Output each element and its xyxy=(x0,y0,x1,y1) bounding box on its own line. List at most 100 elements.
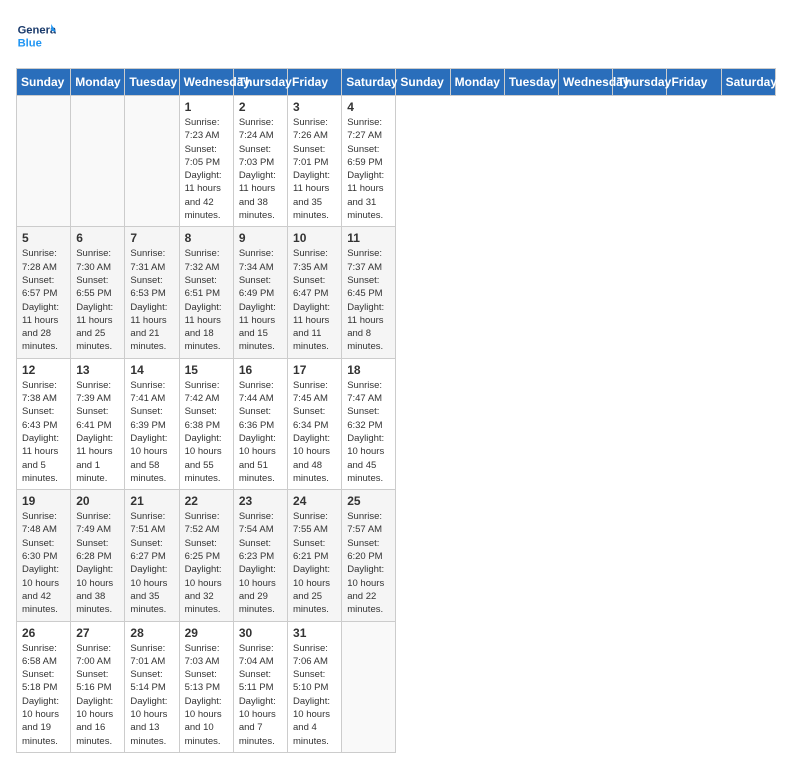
calendar-cell: 1Sunrise: 7:23 AM Sunset: 7:05 PM Daylig… xyxy=(179,96,233,227)
day-content: Sunrise: 7:49 AM Sunset: 6:28 PM Dayligh… xyxy=(76,510,119,616)
col-header-saturday: Saturday xyxy=(342,69,396,96)
day-content: Sunrise: 7:01 AM Sunset: 5:14 PM Dayligh… xyxy=(130,642,173,748)
week-row-4: 19 Sunrise: 7:48 AM Sunset: 6:30 PM Dayli… xyxy=(17,490,776,621)
day-content: Sunrise: 7:26 AM Sunset: 7:01 PM Dayligh… xyxy=(293,116,336,222)
col-header-sunday: Sunday xyxy=(396,69,450,96)
day-number: 20 xyxy=(76,494,119,508)
day-content: Sunrise: 7:35 AM Sunset: 6:47 PM Dayligh… xyxy=(293,247,336,353)
day-number: 7 xyxy=(130,231,173,245)
day-content: Sunrise: 7:38 AM Sunset: 6:43 PM Dayligh… xyxy=(22,379,65,485)
day-content: Sunrise: 6:58 AM Sunset: 5:18 PM Dayligh… xyxy=(22,642,65,748)
day-content: Sunrise: 7:24 AM Sunset: 7:03 PM Dayligh… xyxy=(239,116,282,222)
day-content: Sunrise: 7:52 AM Sunset: 6:25 PM Dayligh… xyxy=(185,510,228,616)
col-header-thursday: Thursday xyxy=(613,69,667,96)
calendar-cell: 27Sunrise: 7:00 AM Sunset: 5:16 PM Dayli… xyxy=(71,621,125,752)
calendar-cell: 19 Sunrise: 7:48 AM Sunset: 6:30 PM Dayli… xyxy=(17,490,71,621)
day-content: Sunrise: 7:57 AM Sunset: 6:20 PM Dayligh… xyxy=(347,510,390,616)
logo-icon: General Blue xyxy=(16,16,56,56)
col-header-friday: Friday xyxy=(288,69,342,96)
day-number: 1 xyxy=(185,100,228,114)
day-content: Sunrise: 7:55 AM Sunset: 6:21 PM Dayligh… xyxy=(293,510,336,616)
day-number: 23 xyxy=(239,494,282,508)
day-content: Sunrise: 7:45 AM Sunset: 6:34 PM Dayligh… xyxy=(293,379,336,485)
day-number: 28 xyxy=(130,626,173,640)
day-number: 26 xyxy=(22,626,65,640)
day-number: 24 xyxy=(293,494,336,508)
day-number: 10 xyxy=(293,231,336,245)
day-number: 31 xyxy=(293,626,336,640)
header-row: SundayMondayTuesdayWednesdayThursdayFrid… xyxy=(17,69,776,96)
day-number: 19 xyxy=(22,494,65,508)
day-number: 11 xyxy=(347,231,390,245)
calendar-cell: 15Sunrise: 7:42 AM Sunset: 6:38 PM Dayli… xyxy=(179,358,233,489)
calendar-cell: 21 Sunrise: 7:51 AM Sunset: 6:27 PM Dayli… xyxy=(125,490,179,621)
calendar-cell: 30 Sunrise: 7:04 AM Sunset: 5:11 PM Dayli… xyxy=(233,621,287,752)
day-content: Sunrise: 7:34 AM Sunset: 6:49 PM Dayligh… xyxy=(239,247,282,353)
week-row-1: 1Sunrise: 7:23 AM Sunset: 7:05 PM Daylig… xyxy=(17,96,776,227)
day-content: Sunrise: 7:32 AM Sunset: 6:51 PM Dayligh… xyxy=(185,247,228,353)
calendar-cell: 24 Sunrise: 7:55 AM Sunset: 6:21 PM Dayli… xyxy=(288,490,342,621)
day-number: 17 xyxy=(293,363,336,377)
day-number: 4 xyxy=(347,100,390,114)
calendar-cell: 14Sunrise: 7:41 AM Sunset: 6:39 PM Dayli… xyxy=(125,358,179,489)
calendar-cell: 11 Sunrise: 7:37 AM Sunset: 6:45 PM Dayli… xyxy=(342,227,396,358)
calendar-cell: 25 Sunrise: 7:57 AM Sunset: 6:20 PM Dayli… xyxy=(342,490,396,621)
col-header-thursday: Thursday xyxy=(233,69,287,96)
col-header-monday: Monday xyxy=(71,69,125,96)
day-content: Sunrise: 7:27 AM Sunset: 6:59 PM Dayligh… xyxy=(347,116,390,222)
calendar-cell: 23Sunrise: 7:54 AM Sunset: 6:23 PM Dayli… xyxy=(233,490,287,621)
col-header-saturday: Saturday xyxy=(721,69,775,96)
day-number: 22 xyxy=(185,494,228,508)
logo: General Blue xyxy=(16,16,60,56)
day-content: Sunrise: 7:44 AM Sunset: 6:36 PM Dayligh… xyxy=(239,379,282,485)
day-number: 5 xyxy=(22,231,65,245)
day-content: Sunrise: 7:04 AM Sunset: 5:11 PM Dayligh… xyxy=(239,642,282,748)
week-row-2: 5Sunrise: 7:28 AM Sunset: 6:57 PM Daylig… xyxy=(17,227,776,358)
calendar-cell: 12 Sunrise: 7:38 AM Sunset: 6:43 PM Dayli… xyxy=(17,358,71,489)
day-number: 30 xyxy=(239,626,282,640)
day-number: 16 xyxy=(239,363,282,377)
day-content: Sunrise: 7:51 AM Sunset: 6:27 PM Dayligh… xyxy=(130,510,173,616)
day-content: Sunrise: 7:30 AM Sunset: 6:55 PM Dayligh… xyxy=(76,247,119,353)
calendar-cell: 7 Sunrise: 7:31 AM Sunset: 6:53 PM Daylig… xyxy=(125,227,179,358)
day-content: Sunrise: 7:06 AM Sunset: 5:10 PM Dayligh… xyxy=(293,642,336,748)
day-content: Sunrise: 7:41 AM Sunset: 6:39 PM Dayligh… xyxy=(130,379,173,485)
calendar-cell: 16 Sunrise: 7:44 AM Sunset: 6:36 PM Dayli… xyxy=(233,358,287,489)
calendar-cell: 4 Sunrise: 7:27 AM Sunset: 6:59 PM Daylig… xyxy=(342,96,396,227)
col-header-friday: Friday xyxy=(667,69,721,96)
day-number: 25 xyxy=(347,494,390,508)
page-header: General Blue xyxy=(16,16,776,56)
col-header-tuesday: Tuesday xyxy=(125,69,179,96)
calendar-cell: 8 Sunrise: 7:32 AM Sunset: 6:51 PM Daylig… xyxy=(179,227,233,358)
col-header-tuesday: Tuesday xyxy=(504,69,558,96)
day-number: 8 xyxy=(185,231,228,245)
day-number: 21 xyxy=(130,494,173,508)
day-content: Sunrise: 7:31 AM Sunset: 6:53 PM Dayligh… xyxy=(130,247,173,353)
calendar-cell xyxy=(342,621,396,752)
week-row-3: 12 Sunrise: 7:38 AM Sunset: 6:43 PM Dayli… xyxy=(17,358,776,489)
calendar-cell: 6 Sunrise: 7:30 AM Sunset: 6:55 PM Daylig… xyxy=(71,227,125,358)
calendar-cell: 29Sunrise: 7:03 AM Sunset: 5:13 PM Dayli… xyxy=(179,621,233,752)
calendar-cell: 2 Sunrise: 7:24 AM Sunset: 7:03 PM Daylig… xyxy=(233,96,287,227)
col-header-sunday: Sunday xyxy=(17,69,71,96)
day-content: Sunrise: 7:03 AM Sunset: 5:13 PM Dayligh… xyxy=(185,642,228,748)
day-content: Sunrise: 7:00 AM Sunset: 5:16 PM Dayligh… xyxy=(76,642,119,748)
calendar-cell: 20 Sunrise: 7:49 AM Sunset: 6:28 PM Dayli… xyxy=(71,490,125,621)
calendar-cell xyxy=(125,96,179,227)
day-number: 12 xyxy=(22,363,65,377)
day-number: 6 xyxy=(76,231,119,245)
day-content: Sunrise: 7:37 AM Sunset: 6:45 PM Dayligh… xyxy=(347,247,390,353)
svg-text:Blue: Blue xyxy=(18,37,42,49)
calendar-cell: 5Sunrise: 7:28 AM Sunset: 6:57 PM Daylig… xyxy=(17,227,71,358)
calendar-cell: 18Sunrise: 7:47 AM Sunset: 6:32 PM Dayli… xyxy=(342,358,396,489)
calendar-table: SundayMondayTuesdayWednesdayThursdayFrid… xyxy=(16,68,776,753)
svg-text:General: General xyxy=(18,25,56,37)
day-content: Sunrise: 7:48 AM Sunset: 6:30 PM Dayligh… xyxy=(22,510,65,616)
calendar-cell: 13Sunrise: 7:39 AM Sunset: 6:41 PM Dayli… xyxy=(71,358,125,489)
day-content: Sunrise: 7:39 AM Sunset: 6:41 PM Dayligh… xyxy=(76,379,119,485)
calendar-cell: 9Sunrise: 7:34 AM Sunset: 6:49 PM Daylig… xyxy=(233,227,287,358)
day-number: 3 xyxy=(293,100,336,114)
calendar-cell: 26 Sunrise: 6:58 AM Sunset: 5:18 PM Dayli… xyxy=(17,621,71,752)
day-number: 2 xyxy=(239,100,282,114)
calendar-cell: 31 Sunrise: 7:06 AM Sunset: 5:10 PM Dayli… xyxy=(288,621,342,752)
